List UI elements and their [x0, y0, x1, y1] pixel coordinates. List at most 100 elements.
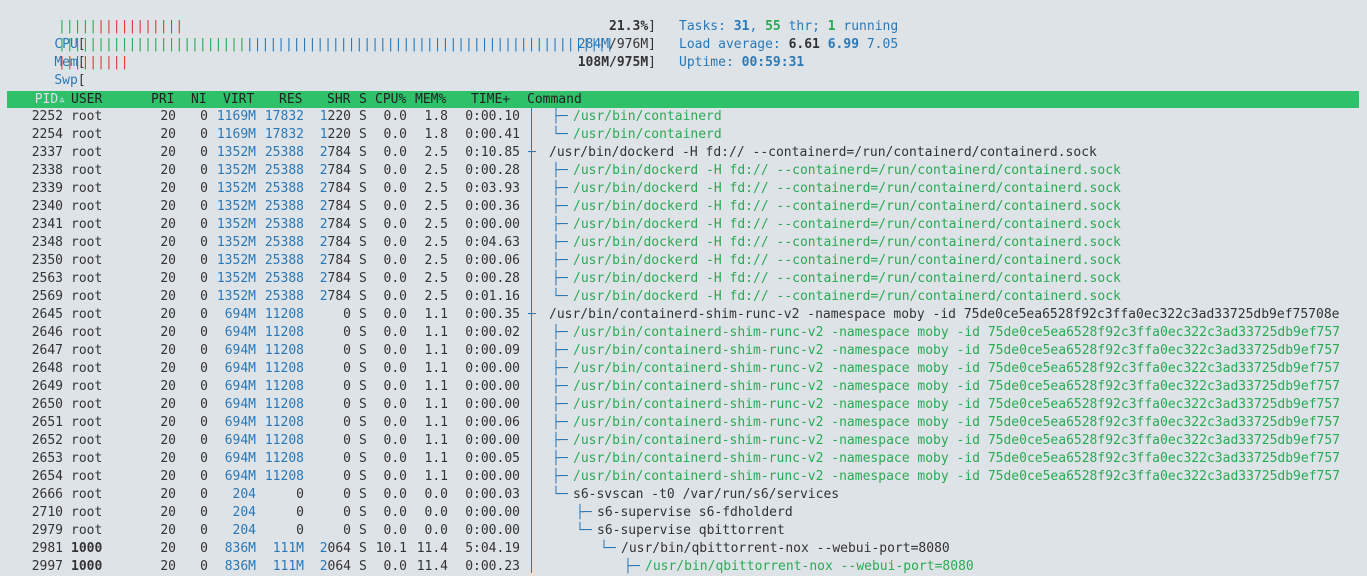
- column-mem[interactable]: MEM%: [415, 91, 446, 109]
- process-pid: 2645: [31, 307, 63, 322]
- tree-branch-icon: ├─: [552, 451, 576, 466]
- column-virt[interactable]: VIRT: [223, 91, 254, 109]
- process-row[interactable]: 2563 root 20 0 1352M 25388 2784 S 0.0 2.5 0:00.28 ├…: [0, 270, 1367, 288]
- process-row[interactable]: 2997 1000 20 0 836M 111M 2064 S 0.0 11.4 0:00.23 ├─…: [0, 558, 1367, 576]
- process-state: S: [359, 127, 367, 142]
- process-state: S: [359, 109, 367, 124]
- process-res-kb: 25388: [264, 271, 304, 286]
- process-cpu: 0.0: [383, 487, 407, 502]
- process-user: root: [71, 361, 103, 376]
- process-shr-rest: 0: [343, 523, 351, 538]
- process-row[interactable]: 2647 root 20 0 694M 11208 0 S 0.0 1.1 0:00.09 ├─ /u…: [0, 342, 1367, 360]
- process-mem: 1.1: [424, 415, 448, 430]
- process-shr-rest: 0: [343, 415, 351, 430]
- process-pri: 20: [160, 487, 176, 502]
- process-pid: 2650: [31, 397, 63, 412]
- process-cpu: 0.0: [383, 415, 407, 430]
- process-shr-rest: 0: [343, 469, 351, 484]
- process-mem: 1.8: [424, 109, 448, 124]
- process-command-text: /usr/bin/containerd-shim-runc-v2 -namesp…: [573, 397, 1341, 412]
- process-row[interactable]: 2337 root 20 0 1352M 25388 2784 S 0.0 2.5 0:10.85 ─…: [0, 144, 1367, 162]
- process-shr-rest: 0: [343, 343, 351, 358]
- process-mem: 1.1: [424, 469, 448, 484]
- process-time: 0:00.00: [465, 505, 520, 520]
- process-row[interactable]: 2338 root 20 0 1352M 25388 2784 S 0.0 2.5 0:00.28 ├…: [0, 162, 1367, 180]
- process-mem: 1.1: [424, 379, 448, 394]
- process-row[interactable]: 2569 root 20 0 1352M 25388 2784 S 0.0 2.5 0:01.16 └…: [0, 288, 1367, 306]
- process-user: root: [71, 145, 103, 160]
- tree-branch-icon: ├─: [552, 199, 576, 214]
- process-virt: 694M: [224, 397, 256, 412]
- column-ni[interactable]: NI: [191, 91, 207, 109]
- process-mem: 1.1: [424, 397, 448, 412]
- process-row[interactable]: 2341 root 20 0 1352M 25388 2784 S 0.0 2.5 0:00.00 ├…: [0, 216, 1367, 234]
- process-state: S: [359, 199, 367, 214]
- process-row[interactable]: 2649 root 20 0 694M 11208 0 S 0.0 1.1 0:00.00 ├─ /u…: [0, 378, 1367, 396]
- process-shr-k: 2: [319, 289, 328, 304]
- process-virt: 1352M: [216, 271, 256, 286]
- process-row[interactable]: 2653 root 20 0 694M 11208 0 S 0.0 1.1 0:00.05 ├─ /u…: [0, 450, 1367, 468]
- process-pri: 20: [160, 325, 176, 340]
- column-s[interactable]: S: [359, 91, 367, 109]
- process-pri: 20: [160, 559, 176, 574]
- tasks-info: Tasks: 31, 55 thr; 1 running: [679, 19, 899, 34]
- process-row[interactable]: 2339 root 20 0 1352M 25388 2784 S 0.0 2.5 0:03.93 ├…: [0, 180, 1367, 198]
- process-pid: 2337: [31, 145, 63, 160]
- process-row[interactable]: 2650 root 20 0 694M 11208 0 S 0.0 1.1 0:00.00 ├─ /u…: [0, 396, 1367, 414]
- process-ni: 0: [200, 433, 208, 448]
- process-row[interactable]: 2979 root 20 0 204 0 0 S 0.0 0.0 0:00.00 └─ s6-supe…: [0, 522, 1367, 540]
- process-row[interactable]: 2646 root 20 0 694M 11208 0 S 0.0 1.1 0:00.02 ├─ /u…: [0, 324, 1367, 342]
- process-user: root: [71, 253, 103, 268]
- column-res[interactable]: RES: [279, 91, 302, 109]
- process-cpu: 0.0: [383, 235, 407, 250]
- process-command-text: /usr/bin/dockerd -H fd:// --containerd=/…: [573, 217, 1121, 232]
- process-cpu: 0.0: [383, 307, 407, 322]
- process-row[interactable]: 2254 root 20 0 1169M 17832 1220 S 0.0 1.8 0:00.41 └…: [0, 126, 1367, 144]
- process-shr: 2064: [304, 540, 351, 558]
- process-shr-k: 1: [319, 109, 328, 124]
- process-row[interactable]: 2651 root 20 0 694M 11208 0 S 0.0 1.1 0:00.06 ├─ /u…: [0, 414, 1367, 432]
- tree-branch-icon: └─: [552, 487, 576, 502]
- process-row[interactable]: 2652 root 20 0 694M 11208 0 S 0.0 1.1 0:00.00 ├─ /u…: [0, 432, 1367, 450]
- process-shr-rest: 784: [327, 271, 351, 286]
- process-row[interactable]: 2666 root 20 0 204 0 0 S 0.0 0.0 0:00.03 └─ s6-svsc…: [0, 486, 1367, 504]
- process-row[interactable]: 2654 root 20 0 694M 11208 0 S 0.0 1.1 0:00.00 ├─ /u…: [0, 468, 1367, 486]
- process-state: S: [359, 433, 367, 448]
- process-mem: 2.5: [424, 253, 448, 268]
- process-row[interactable]: 2350 root 20 0 1352M 25388 2784 S 0.0 2.5 0:00.06 ├…: [0, 252, 1367, 270]
- column-shr[interactable]: SHR: [327, 91, 350, 109]
- process-mem: 1.1: [424, 433, 448, 448]
- process-row[interactable]: 2648 root 20 0 694M 11208 0 S 0.0 1.1 0:00.00 ├─ /u…: [0, 360, 1367, 378]
- process-res-kb: 11208: [264, 469, 304, 484]
- process-row[interactable]: 2252 root 20 0 1169M 17832 1220 S 0.0 1.8 0:00.10 ├…: [0, 108, 1367, 126]
- column-user[interactable]: USER: [71, 91, 102, 109]
- process-ni: 0: [200, 397, 208, 412]
- process-command: └─ /usr/bin/dockerd -H fd:// --container…: [552, 288, 1121, 306]
- process-cpu: 0.0: [383, 397, 407, 412]
- column-pri[interactable]: PRI: [151, 91, 174, 109]
- process-row[interactable]: 2348 root 20 0 1352M 25388 2784 S 0.0 2.5 0:04.63 ├…: [0, 234, 1367, 252]
- process-time: 0:00.35: [465, 307, 520, 322]
- process-command-text: /usr/bin/dockerd -H fd:// --containerd=/…: [573, 163, 1121, 178]
- process-row[interactable]: 2710 root 20 0 204 0 0 S 0.0 0.0 0:00.00 ├─ s6-supe…: [0, 504, 1367, 522]
- tree-branch-icon: ├─: [552, 181, 576, 196]
- mem-meter: Mem[ |||||||||||||||||||||||||||||||||||…: [54, 37, 656, 70]
- process-pri: 20: [160, 181, 176, 196]
- column-time[interactable]: TIME+: [471, 91, 510, 109]
- process-res: 11208: [256, 306, 304, 324]
- column-command[interactable]: Command: [527, 91, 582, 109]
- process-user: root: [71, 343, 103, 358]
- process-mem: 1.8: [424, 127, 448, 142]
- process-res: 25388: [256, 162, 304, 180]
- process-row[interactable]: 2645 root 20 0 694M 11208 0 S 0.0 1.1 0:00.35 ─ /us…: [0, 306, 1367, 324]
- column-cpu[interactable]: CPU%: [375, 91, 406, 109]
- process-row[interactable]: 2340 root 20 0 1352M 25388 2784 S 0.0 2.5 0:00.36 ├…: [0, 198, 1367, 216]
- process-row[interactable]: 2981 1000 20 0 836M 111M 2064 S 10.1 11.4 5:04.19 └…: [0, 540, 1367, 558]
- process-shr-rest: 0: [343, 379, 351, 394]
- process-state: S: [359, 145, 367, 160]
- process-pri: 20: [160, 379, 176, 394]
- load-5: 6.99: [827, 37, 860, 52]
- process-cpu: 0.0: [383, 271, 407, 286]
- process-shr: 0: [304, 360, 351, 378]
- process-res: 0: [256, 504, 304, 522]
